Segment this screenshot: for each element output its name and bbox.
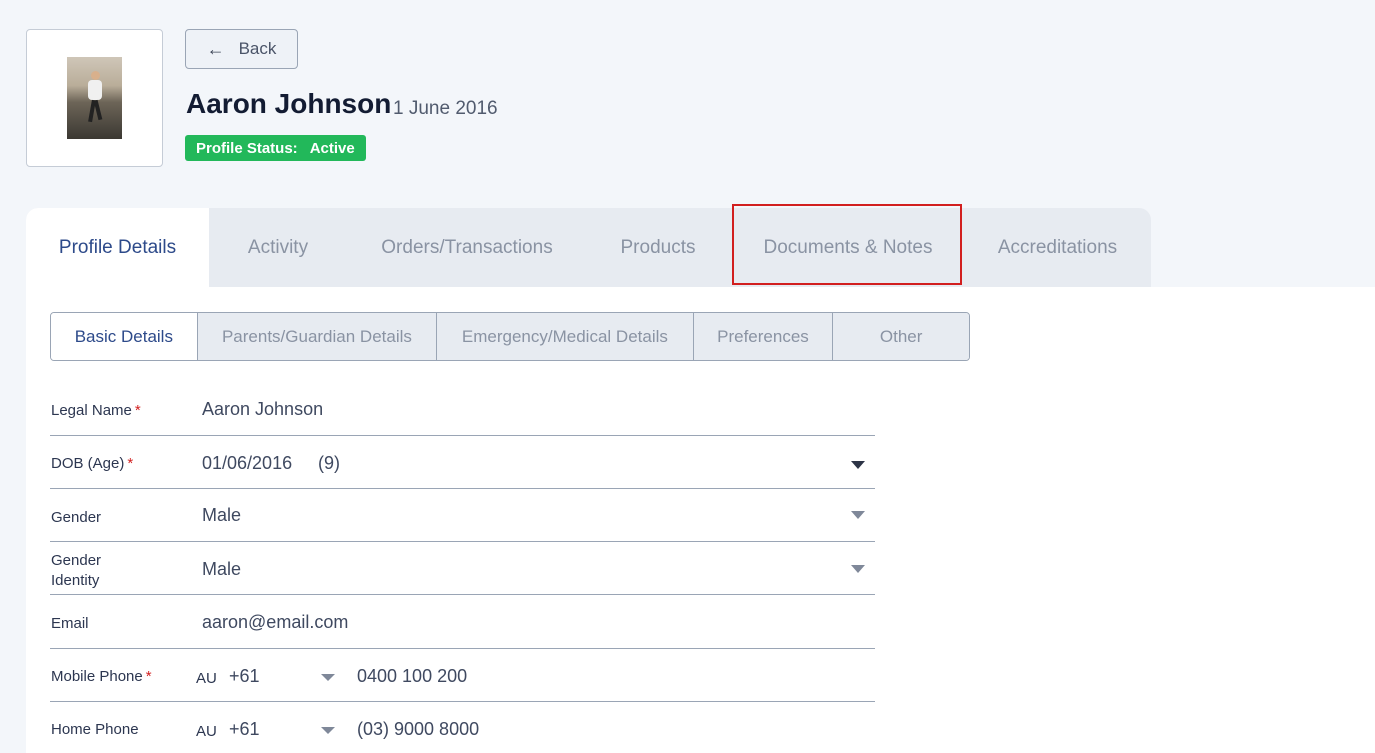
tab-accreditations[interactable]: Accreditations (964, 208, 1151, 287)
legal-name-row: Legal Name * Aaron Johnson (50, 384, 875, 436)
subtab-basic-details[interactable]: Basic Details (51, 313, 197, 360)
tab-activity[interactable]: Activity (209, 208, 347, 287)
tab-orders-transactions[interactable]: Orders/Transactions (347, 208, 587, 287)
gender-label: Gender (51, 509, 102, 526)
gender-identity-label: Gender Identity (51, 552, 102, 589)
required-mark: * (127, 455, 134, 472)
status-badge: Profile Status: Active (185, 135, 366, 161)
mobile-phone-label: Mobile Phone * (51, 668, 152, 685)
home-phone-field[interactable]: (03) 9000 8000 (357, 719, 479, 740)
chevron-down-icon[interactable] (851, 511, 865, 519)
subtab-parents-guardian[interactable]: Parents/Guardian Details (196, 313, 437, 360)
age-value: (9) (318, 453, 340, 473)
required-mark: * (134, 402, 141, 419)
subtab-emergency-medical[interactable]: Emergency/Medical Details (436, 313, 693, 360)
country-code-select[interactable]: +61 (229, 666, 260, 687)
country-label: AU (196, 723, 217, 740)
detail-subtabs: Basic Details Parents/Guardian Details E… (50, 312, 970, 361)
mobile-phone-row: Mobile Phone * AU +61 0400 100 200 (50, 649, 875, 702)
mobile-phone-field[interactable]: 0400 100 200 (357, 666, 467, 687)
legal-name-label: Legal Name * (51, 402, 141, 419)
dob-label: DOB (Age) * (51, 455, 134, 472)
tab-products[interactable]: Products (587, 208, 729, 287)
chevron-down-icon[interactable] (321, 727, 335, 734)
status-label: Profile Status: (196, 139, 298, 157)
country-code-select[interactable]: +61 (229, 719, 260, 740)
dob-row: DOB (Age) * 01/06/2016 (9) (50, 436, 875, 489)
arrow-left-icon: ← (206, 38, 225, 59)
chevron-down-icon[interactable] (851, 461, 865, 469)
home-phone-label: Home Phone (51, 721, 139, 738)
status-value: Active (309, 139, 355, 157)
subtab-preferences[interactable]: Preferences (692, 313, 833, 360)
dob-field[interactable]: 01/06/2016 (202, 453, 292, 474)
subtab-other[interactable]: Other (832, 313, 969, 360)
legal-name-field[interactable]: Aaron Johnson (202, 399, 323, 420)
profile-photo-frame[interactable] (26, 29, 163, 167)
home-phone-row: Home Phone AU +61 (03) 9000 8000 (50, 702, 875, 753)
back-button[interactable]: ← Back (185, 29, 298, 69)
country-label: AU (196, 670, 217, 687)
gender-identity-select[interactable]: Male (202, 559, 241, 580)
email-field[interactable]: aaron@email.com (202, 612, 348, 633)
profile-photo (67, 57, 122, 139)
email-label: Email (51, 615, 89, 632)
profile-name: Aaron Johnson (186, 88, 392, 119)
gender-identity-row: Gender Identity Male (50, 542, 875, 595)
tab-profile-details[interactable]: Profile Details (26, 208, 209, 287)
email-row: Email aaron@email.com (50, 595, 875, 649)
profile-date: 1 June 2016 (393, 98, 498, 119)
gender-select[interactable]: Male (202, 505, 241, 526)
chevron-down-icon[interactable] (321, 674, 335, 681)
back-label: Back (238, 39, 277, 58)
chevron-down-icon[interactable] (851, 565, 865, 573)
gender-row: Gender Male (50, 489, 875, 542)
required-mark: * (145, 668, 152, 685)
main-tabs: Profile Details Activity Orders/Transact… (26, 208, 1151, 287)
tab-documents-notes[interactable]: Documents & Notes (732, 208, 964, 287)
